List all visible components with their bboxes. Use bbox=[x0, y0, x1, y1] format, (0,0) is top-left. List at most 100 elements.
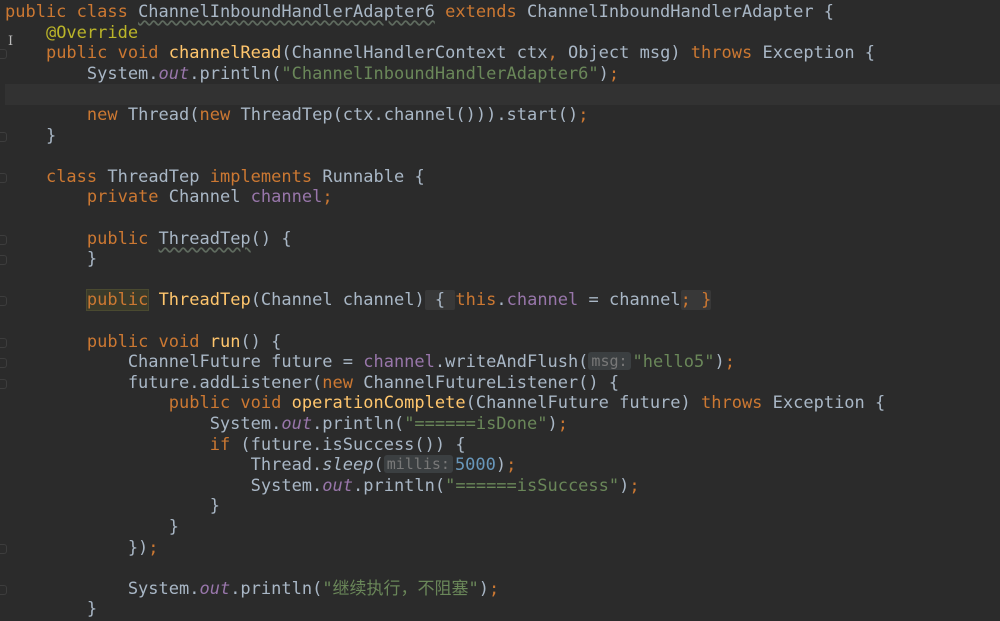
code-line[interactable]: new Thread(new ThreadTep(ctx.channel()))… bbox=[5, 105, 1000, 126]
code-line[interactable]: public void operationComplete(ChannelFut… bbox=[5, 393, 1000, 414]
code-line[interactable]: public void run() { bbox=[5, 332, 1000, 353]
code-token: ; bbox=[148, 537, 159, 558]
code-line[interactable] bbox=[5, 146, 1000, 167]
code-token: .println( bbox=[312, 414, 405, 434]
code-token: ; bbox=[489, 578, 500, 599]
code-line[interactable]: Thread.sleep(millis: 5000); bbox=[5, 455, 1000, 476]
code-token: ; bbox=[724, 352, 735, 373]
code-token: extends bbox=[434, 2, 527, 22]
code-token: ; } bbox=[680, 290, 712, 311]
code-token: } bbox=[5, 496, 220, 517]
code-token: this bbox=[455, 290, 497, 311]
code-token: Channel bbox=[168, 187, 251, 208]
code-token: private bbox=[86, 187, 169, 208]
code-token: "ChannelInboundHandlerAdapter6" bbox=[281, 63, 599, 84]
code-token: ) bbox=[714, 352, 725, 373]
code-token: channel bbox=[506, 290, 579, 311]
code-token: ; bbox=[578, 105, 589, 125]
code-token: } bbox=[5, 125, 57, 146]
code-token: Exception { bbox=[762, 43, 876, 64]
code-token: new bbox=[199, 105, 241, 125]
code-line[interactable]: System.out.println("继续执行，不阻塞"); bbox=[5, 579, 1000, 600]
code-token: ) bbox=[547, 414, 558, 434]
code-line[interactable]: } bbox=[5, 126, 1000, 147]
code-token: channelRead bbox=[168, 43, 282, 64]
code-token: Runnable { bbox=[322, 166, 425, 187]
code-line[interactable]: System.out.println("======isDone"); bbox=[5, 414, 1000, 435]
code-token: implements bbox=[209, 166, 323, 187]
code-line[interactable]: class ThreadTep implements Runnable { bbox=[5, 167, 1000, 188]
code-line[interactable]: public void channelRead(ChannelHandlerCo… bbox=[5, 43, 1000, 64]
code-line[interactable]: public ThreadTep() { bbox=[5, 229, 1000, 250]
code-token: , bbox=[547, 43, 568, 64]
code-token: .println( bbox=[230, 578, 323, 599]
code-line[interactable] bbox=[5, 270, 1000, 291]
code-token: (future.isSuccess()) { bbox=[240, 434, 466, 455]
code-token: throws bbox=[701, 393, 773, 414]
code-line[interactable]: future.addListener(new ChannelFutureList… bbox=[5, 373, 1000, 394]
code-token: public bbox=[86, 228, 159, 249]
code-line[interactable]: if (future.isSuccess()) { bbox=[5, 435, 1000, 456]
parameter-hint: millis: bbox=[383, 455, 453, 474]
code-token: } bbox=[5, 517, 179, 537]
code-line[interactable]: } bbox=[5, 599, 1000, 620]
code-token: Object msg) bbox=[567, 43, 691, 64]
code-token: { bbox=[424, 290, 456, 311]
code-token: (ChannelFuture future) bbox=[465, 393, 701, 414]
code-line[interactable]: } bbox=[5, 496, 1000, 517]
code-token: ) bbox=[598, 63, 609, 84]
code-token: out bbox=[322, 475, 353, 496]
code-token: 5000 bbox=[454, 455, 496, 476]
code-line[interactable]: public ThreadTep(Channel channel) { this… bbox=[5, 289, 1000, 312]
code-token: ThreadTep bbox=[158, 228, 251, 249]
code-token: .println( bbox=[189, 63, 282, 84]
code-line[interactable]: private Channel channel; bbox=[5, 187, 1000, 208]
code-token: out bbox=[281, 414, 313, 434]
code-token: .println( bbox=[353, 475, 446, 496]
code-token: "======isSuccess" bbox=[445, 475, 620, 496]
code-token: System. bbox=[5, 475, 323, 496]
code-token: operationComplete bbox=[291, 393, 466, 414]
code-token: ChannelInboundHandlerAdapter { bbox=[527, 2, 835, 22]
code-line[interactable]: }); bbox=[5, 538, 1000, 559]
code-line[interactable]: ChannelFuture future = channel.writeAndF… bbox=[5, 352, 1000, 373]
code-token: public void bbox=[45, 43, 169, 64]
code-line[interactable]: @Override bbox=[5, 23, 1000, 44]
code-token: ( bbox=[373, 455, 384, 476]
code-token: "======isDone" bbox=[404, 414, 548, 434]
code-token: @Override bbox=[45, 22, 139, 43]
code-line[interactable] bbox=[5, 84, 1000, 105]
code-line[interactable]: System.out.println("======isSuccess"); bbox=[5, 476, 1000, 497]
code-token: ; bbox=[322, 187, 333, 208]
code-token: public class bbox=[5, 2, 139, 22]
code-token: sleep bbox=[322, 455, 374, 476]
code-token: System. bbox=[5, 63, 159, 84]
code-line[interactable]: public class ChannelInboundHandlerAdapte… bbox=[5, 2, 1000, 23]
code-token: = channel bbox=[578, 290, 681, 311]
code-token: channel bbox=[250, 187, 323, 208]
code-line[interactable] bbox=[5, 311, 1000, 332]
code-token: ChannelFutureListener() { bbox=[363, 372, 620, 393]
code-editor[interactable]: I public class ChannelInboundHandlerAdap… bbox=[0, 0, 1000, 621]
code-line[interactable] bbox=[5, 208, 1000, 229]
code-line[interactable]: } bbox=[5, 517, 1000, 538]
code-token: new bbox=[322, 372, 364, 393]
code-token: () { bbox=[250, 228, 292, 249]
code-token: } bbox=[5, 599, 98, 620]
code-line[interactable] bbox=[5, 558, 1000, 579]
code-line[interactable]: System.out.println("ChannelInboundHandle… bbox=[5, 64, 1000, 85]
code-token: }) bbox=[5, 537, 149, 558]
code-token: Thread( bbox=[127, 105, 200, 125]
code-token: public void bbox=[168, 393, 292, 414]
code-token: ) bbox=[478, 578, 490, 599]
code-line[interactable]: } bbox=[5, 249, 1000, 270]
code-token: System. bbox=[5, 414, 282, 434]
